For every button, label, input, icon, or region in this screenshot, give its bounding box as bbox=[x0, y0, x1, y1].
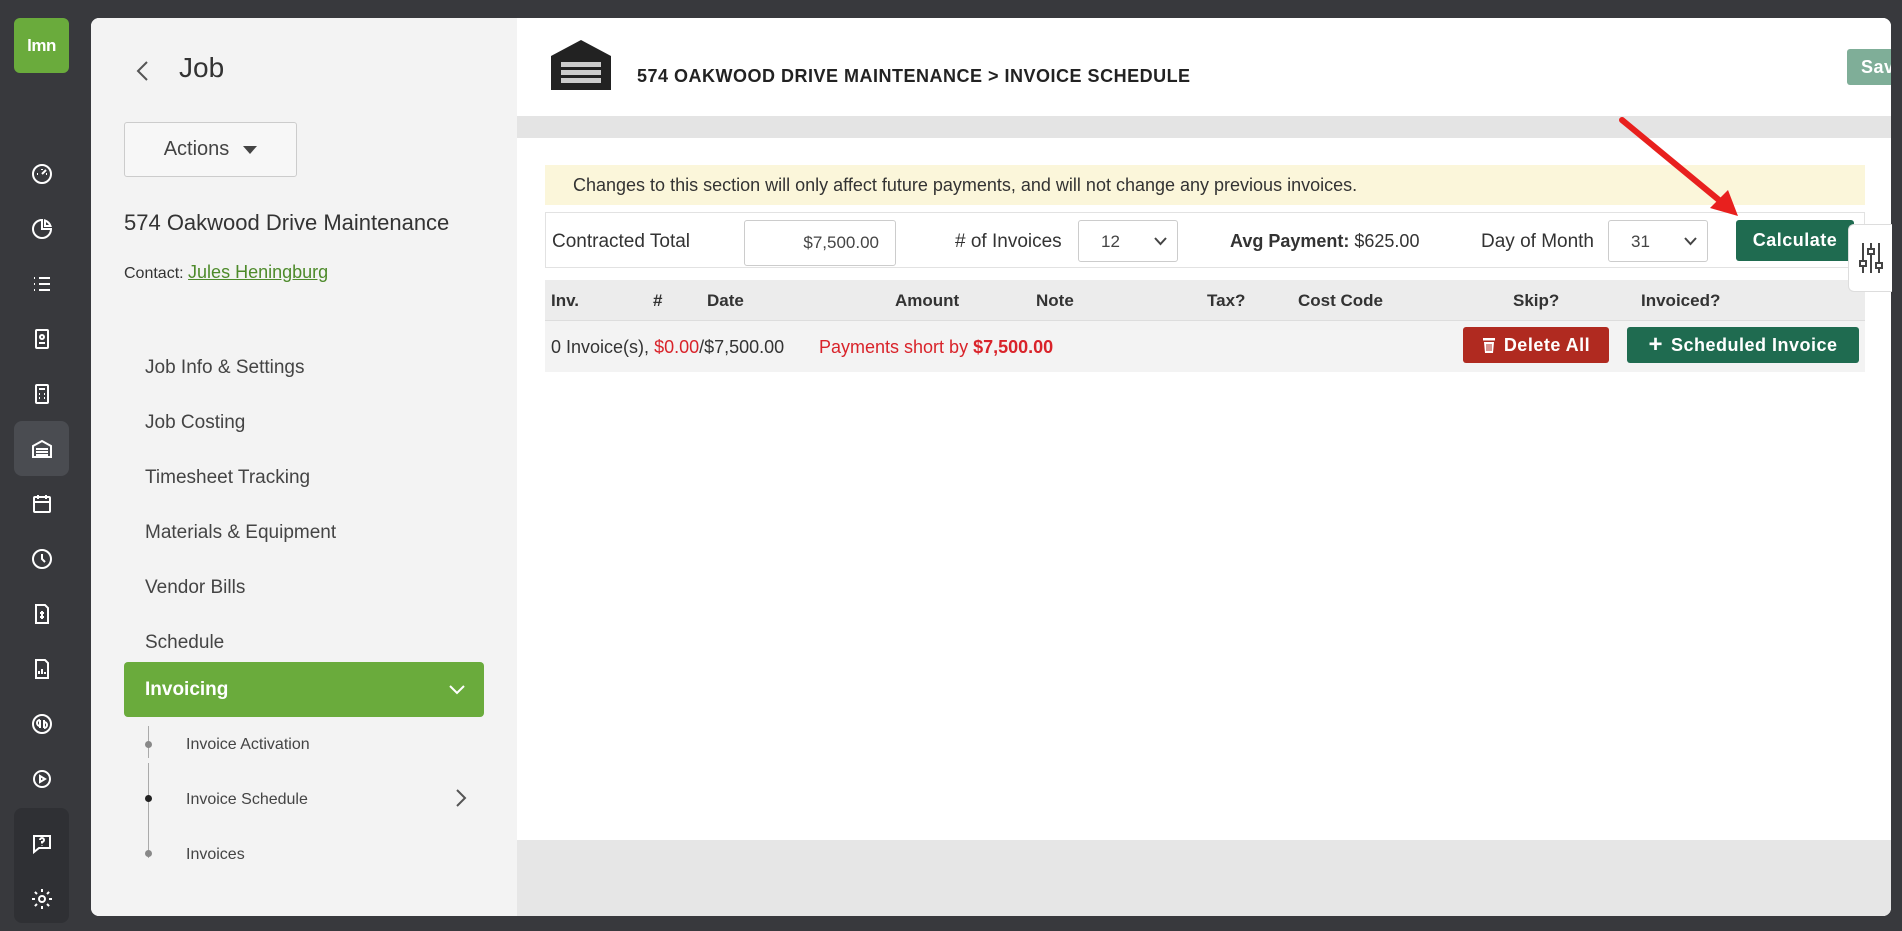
filter-panel-tab[interactable] bbox=[1848, 224, 1892, 292]
contact-link[interactable]: Jules Heningburg bbox=[188, 262, 328, 282]
pie-chart-icon[interactable] bbox=[14, 201, 69, 256]
chevron-right-icon bbox=[455, 788, 467, 808]
caret-down-icon bbox=[243, 145, 258, 154]
calculator-icon[interactable] bbox=[14, 366, 69, 421]
report-icon[interactable] bbox=[14, 641, 69, 696]
gear-icon[interactable] bbox=[14, 871, 69, 926]
table-summary-row: 0 Invoice(s), $0.00/$7,500.00 Payments s… bbox=[545, 320, 1865, 372]
chevron-down-icon bbox=[1154, 237, 1167, 246]
column-header: Date bbox=[707, 291, 744, 310]
column-header: Invoiced? bbox=[1641, 291, 1721, 310]
chevron-down-icon bbox=[449, 684, 465, 694]
schedule-form-row: Contracted Total $7,500.00 # of Invoices… bbox=[545, 212, 1865, 268]
plus-icon: + bbox=[1648, 331, 1663, 358]
column-header: Cost Code bbox=[1298, 291, 1383, 310]
header-divider bbox=[517, 116, 1891, 138]
actions-dropdown-button[interactable]: Actions bbox=[124, 122, 297, 177]
list-icon[interactable] bbox=[14, 256, 69, 311]
column-header: Inv. bbox=[551, 291, 580, 310]
invoice-summary: 0 Invoice(s), $0.00/$7,500.00 bbox=[551, 337, 785, 357]
sub-dot-current bbox=[145, 795, 152, 802]
clock-icon[interactable] bbox=[14, 531, 69, 586]
nav-item-job-info[interactable]: Job Info & Settings bbox=[145, 357, 305, 379]
invoice-icon[interactable] bbox=[14, 586, 69, 641]
nav-item-invoicing[interactable]: Invoicing bbox=[124, 662, 484, 717]
nav-item-timesheet-tracking[interactable]: Timesheet Tracking bbox=[145, 467, 310, 489]
num-invoices-select[interactable]: 12 bbox=[1078, 220, 1178, 262]
chevron-down-icon bbox=[1684, 237, 1697, 246]
contracted-total-input[interactable]: $7,500.00 bbox=[744, 220, 896, 266]
nav-item-job-costing[interactable]: Job Costing bbox=[145, 412, 245, 434]
footer-band bbox=[517, 840, 1891, 916]
sliders-icon bbox=[1858, 243, 1883, 273]
quickbooks-icon[interactable] bbox=[14, 696, 69, 751]
breadcrumb: 574 OAKWOOD DRIVE MAINTENANCE > INVOICE … bbox=[637, 66, 1191, 86]
contacts-icon[interactable] bbox=[14, 311, 69, 366]
contracted-total-label: Contracted Total bbox=[552, 231, 691, 252]
play-icon[interactable] bbox=[14, 751, 69, 806]
contact-line: Contact: Jules Heningburg bbox=[124, 262, 329, 282]
help-icon[interactable] bbox=[14, 816, 69, 871]
save-button[interactable]: Save bbox=[1847, 49, 1891, 85]
calculate-button[interactable]: Calculate bbox=[1736, 220, 1854, 261]
job-nav: Job Actions 574 Oakwood Drive Maintenanc… bbox=[91, 18, 517, 916]
nav-item-materials-equipment[interactable]: Materials & Equipment bbox=[145, 522, 336, 544]
app-logo[interactable]: lmn bbox=[14, 18, 69, 73]
delete-all-button[interactable]: Delete All bbox=[1463, 327, 1609, 363]
app-rail: lmn bbox=[0, 0, 82, 931]
column-header: Note bbox=[1036, 291, 1074, 310]
back-chevron-icon[interactable] bbox=[135, 56, 155, 86]
main-panel: 574 OAKWOOD DRIVE MAINTENANCE > INVOICE … bbox=[517, 18, 1891, 916]
notice-banner: Changes to this section will only affect… bbox=[545, 165, 1865, 205]
calendar-icon[interactable] bbox=[14, 476, 69, 531]
garage-icon bbox=[551, 40, 611, 90]
table-header: Inv. # Date Amount Note Tax? Cost Code S… bbox=[545, 280, 1865, 320]
subnav-invoice-activation[interactable]: Invoice Activation bbox=[186, 736, 310, 754]
column-header: Amount bbox=[895, 291, 960, 310]
column-header: Skip? bbox=[1513, 291, 1560, 310]
avg-payment: Avg Payment: $625.00 bbox=[1230, 231, 1420, 251]
day-of-month-select[interactable]: 31 bbox=[1608, 220, 1708, 262]
day-of-month-label: Day of Month bbox=[1481, 231, 1594, 252]
job-name: 574 Oakwood Drive Maintenance bbox=[124, 210, 450, 235]
column-header: Tax? bbox=[1207, 291, 1246, 310]
sub-dot bbox=[145, 850, 152, 857]
nav-item-schedule[interactable]: Schedule bbox=[145, 632, 224, 654]
jobs-garage-icon[interactable] bbox=[14, 421, 69, 476]
trash-icon bbox=[1482, 337, 1495, 353]
sub-dot bbox=[145, 741, 152, 748]
add-scheduled-invoice-button[interactable]: + Scheduled Invoice bbox=[1627, 327, 1859, 363]
column-header: # bbox=[653, 291, 663, 310]
job-card: Job Actions 574 Oakwood Drive Maintenanc… bbox=[91, 18, 1891, 916]
nav-item-vendor-bills[interactable]: Vendor Bills bbox=[145, 577, 245, 599]
nav-title: Job bbox=[179, 52, 225, 83]
subnav-invoices[interactable]: Invoices bbox=[186, 846, 245, 864]
subnav-invoice-schedule[interactable]: Invoice Schedule bbox=[186, 791, 308, 809]
dashboard-icon[interactable] bbox=[14, 146, 69, 201]
num-invoices-label: # of Invoices bbox=[955, 231, 1062, 252]
sub-tree-line bbox=[148, 763, 149, 858]
payments-short-warning: Payments short by $7,500.00 bbox=[819, 337, 1054, 357]
